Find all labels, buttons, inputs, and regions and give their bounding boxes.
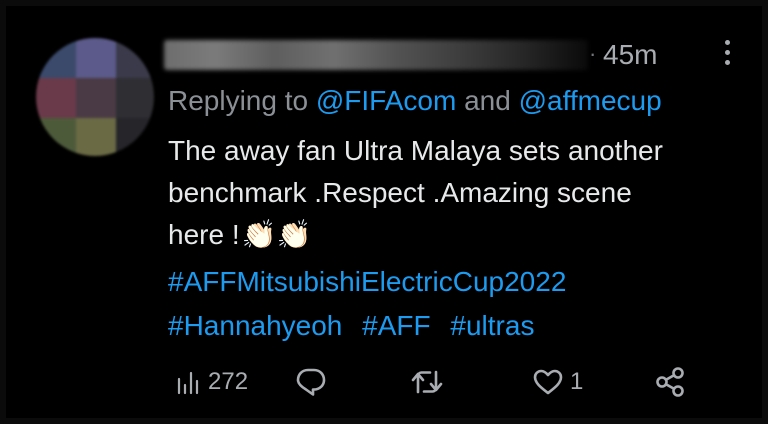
- avatar-pixel: [76, 118, 116, 156]
- blurred-user-name[interactable]: [164, 40, 588, 70]
- tweet-text-line: here !👏🏻👏🏻: [168, 214, 748, 256]
- hashtag-affmitsubishielectriccup2022[interactable]: #AFFMitsubishiElectricCup2022: [168, 260, 566, 304]
- avatar-pixel: [76, 38, 116, 78]
- likes-count: 1: [570, 368, 584, 395]
- tweet-text-line: The away fan Ultra Malaya sets another: [168, 135, 663, 166]
- tweet-header: · 45m: [156, 36, 746, 74]
- like-icon: [533, 369, 563, 395]
- avatar-pixel: [36, 78, 76, 118]
- share-button[interactable]: [654, 362, 686, 402]
- like-button[interactable]: 1: [532, 362, 583, 402]
- avatar-pixel: [116, 118, 154, 156]
- hashtag-hannahyeoh[interactable]: #Hannahyeoh: [168, 310, 342, 341]
- views-button[interactable]: 272: [176, 362, 248, 402]
- mention-affmecup[interactable]: @affmecup: [519, 85, 662, 116]
- tweet-text-fragment: here !: [168, 219, 240, 250]
- avatar[interactable]: [36, 38, 154, 156]
- tweet-text: The away fan Ultra Malaya sets another b…: [168, 130, 748, 256]
- separator-dot: ·: [589, 41, 597, 66]
- timestamp[interactable]: 45m: [603, 39, 657, 71]
- more-options-icon[interactable]: [721, 40, 733, 72]
- replying-prefix: Replying to: [168, 85, 309, 116]
- tweet-card[interactable]: · 45m Replying to @FIFAcom and @affmecup…: [6, 6, 762, 418]
- views-icon: [177, 371, 199, 395]
- avatar-pixel: [116, 78, 154, 118]
- hashtag-aff[interactable]: #AFF: [362, 310, 430, 341]
- avatar-pixel: [116, 38, 154, 78]
- avatar-pixel: [36, 38, 76, 78]
- hashtags: #AFFMitsubishiElectricCup2022 #Hannahyeo…: [168, 260, 566, 348]
- share-icon: [656, 367, 684, 397]
- replying-to-line: Replying to @FIFAcom and @affmecup: [168, 84, 662, 118]
- retweet-icon: [411, 370, 443, 394]
- hashtag-ultras[interactable]: #ultras: [450, 310, 534, 341]
- retweet-button[interactable]: [410, 362, 444, 402]
- tweet-text-line: benchmark .Respect .Amazing scene: [168, 177, 632, 208]
- mention-fifacom[interactable]: @FIFAcom: [316, 85, 456, 116]
- action-bar: 272 1: [166, 362, 726, 402]
- replying-conjunction: and: [464, 85, 511, 116]
- clapping-hands-emoji: 👏🏻👏🏻: [241, 219, 312, 250]
- avatar-pixel: [76, 78, 116, 118]
- avatar-pixel: [36, 118, 76, 156]
- views-count: 272: [208, 368, 249, 395]
- reply-button[interactable]: [294, 362, 328, 402]
- hashtag-row: #Hannahyeoh #AFF #ultras: [168, 304, 566, 348]
- reply-icon: [296, 368, 326, 396]
